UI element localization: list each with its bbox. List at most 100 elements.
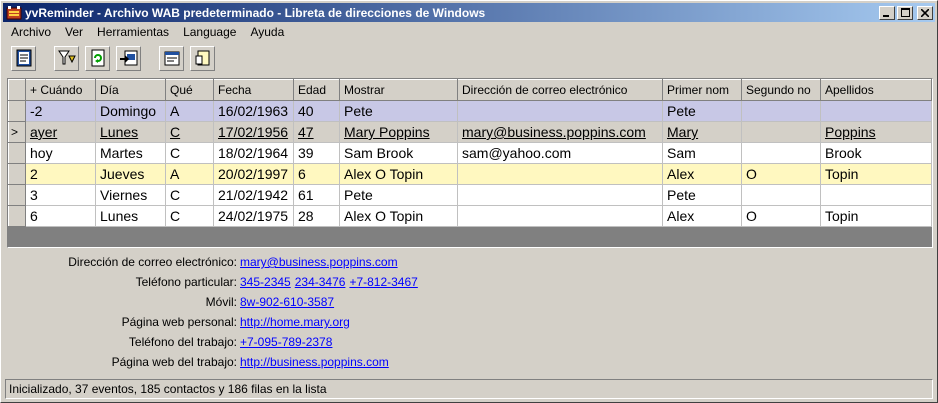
title-bar[interactable]: yvReminder - Archivo WAB predeterminado … [3,3,935,22]
column-header-email[interactable]: Dirección de correo electrónico [457,79,663,101]
cell-email[interactable]: mary@business.poppins.com [457,121,663,143]
row-indicator[interactable] [8,163,26,185]
cell-first-name[interactable]: Pete [662,184,742,206]
column-header-last-name[interactable]: Apellidos [820,79,932,101]
events-grid[interactable]: + Cuándo Día Qué Fecha Edad Mostrar Dire… [7,78,933,248]
cell-display[interactable]: Sam Brook [339,142,458,164]
detail-email-value[interactable]: mary@business.poppins.com [240,255,402,269]
note-button[interactable] [190,45,215,71]
cell-day[interactable]: Martes [95,142,166,164]
column-header-what[interactable]: Qué [165,79,214,101]
cell-middle-name[interactable] [741,121,821,143]
table-row[interactable]: 6 Lunes C 24/02/1975 28 Alex O Topin Alex O Topi… [8,205,932,227]
row-indicator[interactable] [8,100,26,122]
refresh-button[interactable] [85,45,110,71]
cell-when[interactable]: hoy [25,142,96,164]
work-phone-link[interactable]: +7-095-789-2378 [240,335,332,349]
cell-age[interactable]: 47 [293,121,340,143]
address-book-button[interactable] [11,45,36,71]
cell-when[interactable]: 3 [25,184,96,206]
row-indicator[interactable] [8,142,26,164]
cell-email[interactable] [457,205,663,227]
cell-display[interactable]: Mary Poppins [339,121,458,143]
table-row[interactable]: 2 Jueves A 20/02/1997 6 Alex O Topin Alex O Topi… [8,163,932,185]
cell-middle-name[interactable]: O [741,205,821,227]
cell-last-name[interactable]: Topin [820,205,932,227]
cell-when[interactable]: 2 [25,163,96,185]
row-indicator[interactable] [8,184,26,206]
cell-first-name[interactable]: Sam [662,142,742,164]
cell-last-name[interactable] [820,100,932,122]
cell-display[interactable]: Alex O Topin [339,205,458,227]
table-row[interactable]: 3 Viernes C 21/02/1942 61 Pete Pete [8,184,932,206]
cell-last-name[interactable]: Poppins [820,121,932,143]
cell-what[interactable]: A [165,163,214,185]
cell-last-name[interactable]: Topin [820,163,932,185]
cell-email[interactable] [457,163,663,185]
cell-date[interactable]: 20/02/1997 [213,163,294,185]
mobile-link[interactable]: 8w-902-610-3587 [240,295,334,309]
cell-when[interactable]: 6 [25,205,96,227]
cell-email[interactable] [457,100,663,122]
close-button[interactable] [917,5,933,20]
cell-when[interactable]: ayer [25,121,96,143]
menu-archivo[interactable]: Archivo [3,25,57,39]
properties-button[interactable] [159,45,184,71]
minimize-button[interactable] [879,5,895,20]
column-header-middle-name[interactable]: Segundo no [741,79,821,101]
maximize-button[interactable] [897,5,913,20]
cell-date[interactable]: 21/02/1942 [213,184,294,206]
cell-day[interactable]: Viernes [95,184,166,206]
column-header-day[interactable]: Día [95,79,166,101]
cell-day[interactable]: Lunes [95,121,166,143]
cell-what[interactable]: C [165,184,214,206]
cell-email[interactable] [457,184,663,206]
table-row[interactable]: hoy Martes C 18/02/1964 39 Sam Brook sam@yahoo… [8,142,932,164]
row-indicator[interactable] [8,205,26,227]
cell-age[interactable]: 28 [293,205,340,227]
home-phone-link-1[interactable]: 345-2345 [240,275,291,289]
export-button[interactable] [116,45,141,71]
cell-what[interactable]: C [165,142,214,164]
column-header-display[interactable]: Mostrar [339,79,458,101]
column-header-when[interactable]: + Cuándo [25,79,96,101]
cell-first-name[interactable]: Alex [662,163,742,185]
menu-ayuda[interactable]: Ayuda [242,25,290,39]
cell-age[interactable]: 39 [293,142,340,164]
work-web-link[interactable]: http://business.poppins.com [240,355,389,369]
menu-language[interactable]: Language [175,25,242,39]
table-row[interactable]: > ayer Lunes C 17/02/1956 47 Mary Poppins mary@… [8,121,932,143]
cell-what[interactable]: C [165,205,214,227]
cell-first-name[interactable]: Alex [662,205,742,227]
cell-last-name[interactable] [820,184,932,206]
cell-day[interactable]: Domingo [95,100,166,122]
cell-middle-name[interactable]: O [741,163,821,185]
column-header-date[interactable]: Fecha [213,79,294,101]
cell-when[interactable]: -2 [25,100,96,122]
menu-ver[interactable]: Ver [57,25,89,39]
cell-age[interactable]: 61 [293,184,340,206]
cell-display[interactable]: Pete [339,184,458,206]
cell-first-name[interactable]: Pete [662,100,742,122]
personal-web-link[interactable]: http://home.mary.org [240,315,350,329]
row-indicator[interactable]: > [8,121,26,143]
cell-last-name[interactable]: Brook [820,142,932,164]
email-link[interactable]: mary@business.poppins.com [240,255,398,269]
home-phone-link-3[interactable]: +7-812-3467 [349,275,417,289]
home-phone-link-2[interactable]: 234-3476 [295,275,346,289]
column-header-age[interactable]: Edad [293,79,340,101]
menu-herramientas[interactable]: Herramientas [89,25,175,39]
cell-middle-name[interactable] [741,100,821,122]
cell-middle-name[interactable] [741,184,821,206]
cell-age[interactable]: 40 [293,100,340,122]
cell-date[interactable]: 16/02/1963 [213,100,294,122]
column-header-first-name[interactable]: Primer nom [662,79,742,101]
cell-day[interactable]: Lunes [95,205,166,227]
cell-age[interactable]: 6 [293,163,340,185]
cell-date[interactable]: 17/02/1956 [213,121,294,143]
cell-first-name[interactable]: Mary [662,121,742,143]
cell-display[interactable]: Alex O Topin [339,163,458,185]
cell-day[interactable]: Jueves [95,163,166,185]
cell-middle-name[interactable] [741,142,821,164]
cell-what[interactable]: C [165,121,214,143]
